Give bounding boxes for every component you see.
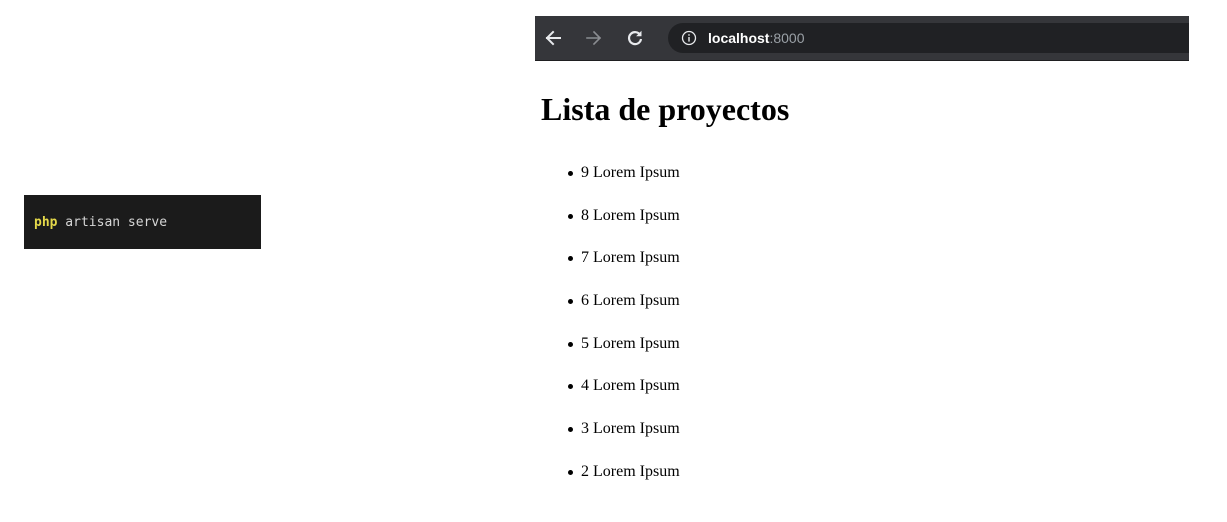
arrow-left-icon [544, 29, 562, 47]
project-list-item: 4 Lorem Ipsum [535, 376, 680, 419]
bullet-icon [568, 427, 573, 433]
reload-icon [626, 29, 644, 47]
project-list-item: 9 Lorem Ipsum [535, 163, 680, 206]
project-label: 3 Lorem Ipsum [581, 420, 680, 438]
bullet-icon [568, 171, 573, 176]
command-keyword: php [34, 214, 58, 230]
project-list-item: 6 Lorem Ipsum [535, 291, 680, 334]
project-list: 9 Lorem Ipsum 8 Lorem Ipsum 7 Lorem Ipsu… [535, 163, 680, 505]
bullet-icon [568, 469, 573, 475]
project-list-item: 8 Lorem Ipsum [535, 206, 680, 249]
bullet-icon [568, 299, 573, 305]
terminal-command-snippet: php artisan serve [24, 195, 261, 249]
url-text[interactable]: localhost:8000 [708, 30, 805, 46]
bullet-icon [568, 213, 573, 219]
bullet-icon [568, 384, 573, 390]
bullet-icon [568, 341, 573, 347]
project-list-item: 5 Lorem Ipsum [535, 334, 680, 377]
project-label: 4 Lorem Ipsum [581, 377, 680, 395]
browser-window: localhost:8000 Lista de proyectos 9 Lore… [535, 16, 1189, 506]
bullet-icon [568, 256, 573, 262]
url-host: localhost [708, 30, 770, 46]
project-label: 5 Lorem Ipsum [581, 334, 680, 352]
address-bar[interactable]: localhost:8000 [668, 23, 1189, 53]
project-label: 2 Lorem Ipsum [581, 462, 680, 480]
project-list-item: 2 Lorem Ipsum [535, 462, 680, 505]
command-arguments: artisan serve [57, 214, 168, 230]
forward-button[interactable] [581, 25, 607, 51]
project-label: 8 Lorem Ipsum [581, 206, 680, 224]
reload-button[interactable] [622, 25, 648, 51]
project-list-item: 3 Lorem Ipsum [535, 419, 680, 462]
back-button[interactable] [540, 25, 566, 51]
browser-toolbar: localhost:8000 [535, 16, 1189, 61]
url-port: :8000 [769, 30, 805, 46]
page-title: Lista de proyectos [541, 91, 790, 127]
project-label: 6 Lorem Ipsum [581, 292, 680, 310]
project-list-item: 7 Lorem Ipsum [535, 248, 680, 291]
project-label: 9 Lorem Ipsum [581, 164, 680, 181]
info-icon[interactable] [681, 30, 697, 46]
project-label: 7 Lorem Ipsum [581, 249, 680, 267]
arrow-right-icon [585, 29, 603, 47]
